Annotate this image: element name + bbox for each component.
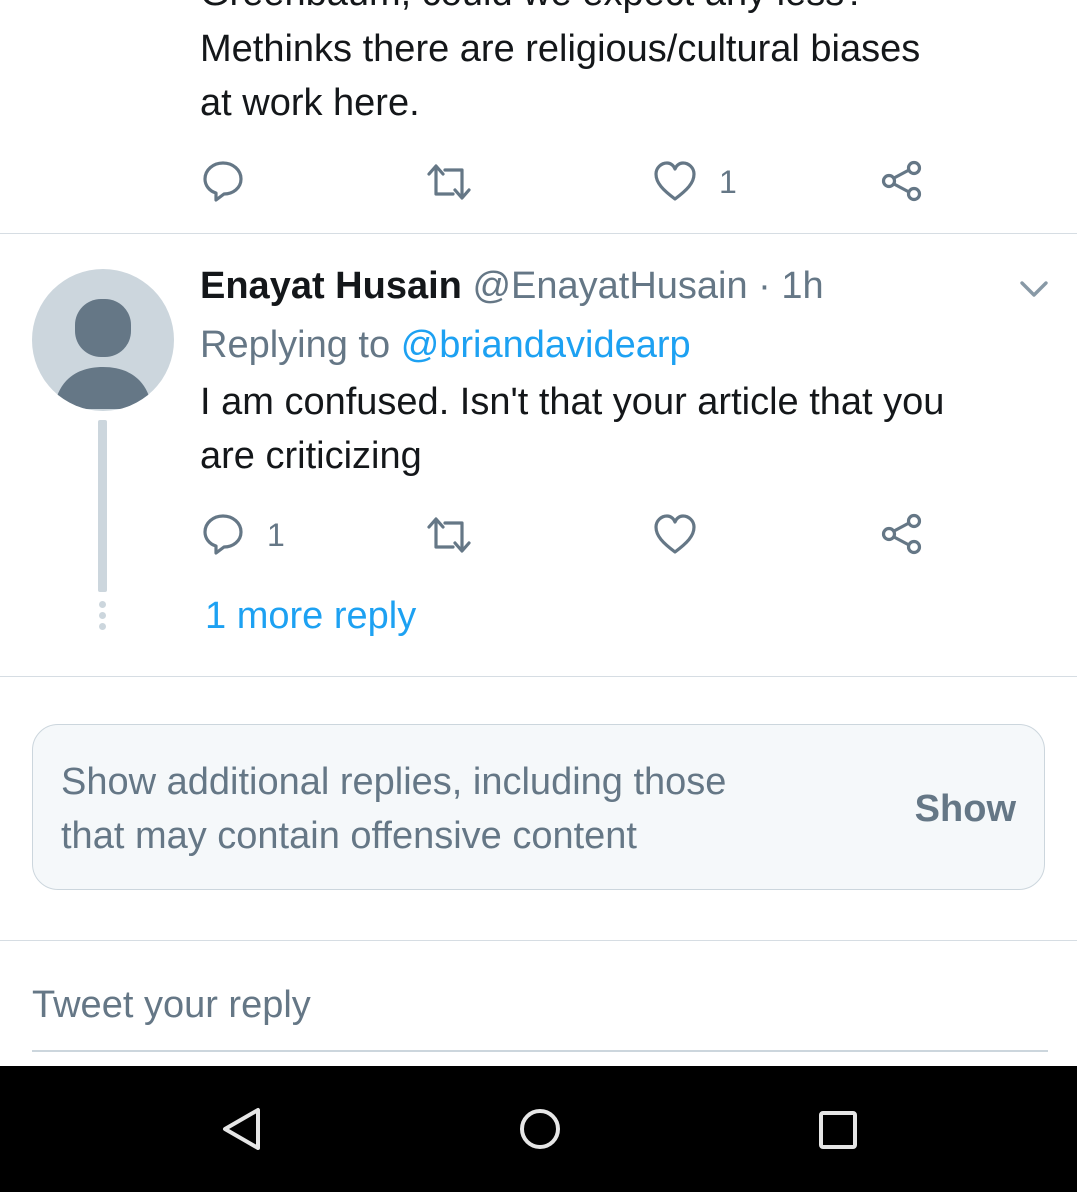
like-icon[interactable]: [653, 513, 697, 555]
avatar[interactable]: [32, 269, 174, 411]
thread-dot: [99, 601, 106, 608]
default-avatar-icon: [54, 299, 152, 409]
system-navigation-bar: [0, 1066, 1077, 1192]
share-icon[interactable]: [880, 513, 924, 555]
thread-line: [98, 420, 107, 592]
chevron-down-icon[interactable]: [1018, 278, 1050, 300]
show-additional-replies-box[interactable]: Show additional replies, including those…: [32, 724, 1045, 890]
like-icon[interactable]: [653, 160, 697, 202]
more-replies-link[interactable]: 1 more reply: [205, 589, 416, 643]
previous-tweet-partial-line: Greenbaum, could we expect any less?: [200, 0, 865, 20]
compose-divider: [0, 940, 1077, 941]
tweet-divider: [0, 233, 1077, 234]
reply-count: 1: [267, 517, 285, 553]
user-handle[interactable]: @EnayatHusain: [472, 265, 747, 307]
previous-tweet-text-line-2: at work here.: [200, 82, 420, 124]
show-button[interactable]: Show: [915, 782, 1016, 836]
replying-to-handle[interactable]: @briandavidearp: [401, 324, 691, 366]
retweet-icon[interactable]: [425, 515, 473, 555]
reply-text-line-2: are criticizing: [200, 435, 422, 477]
retweet-icon[interactable]: [425, 162, 473, 202]
compose-underline: [32, 1050, 1048, 1052]
share-icon[interactable]: [880, 160, 924, 202]
tweet-header: Enayat Husain @EnayatHusain · 1h: [200, 259, 824, 313]
tweet-reply-input[interactable]: Tweet your reply: [32, 978, 311, 1032]
replying-to-label: Replying to: [200, 324, 391, 366]
replying-to: Replying to @briandavidearp: [200, 318, 691, 372]
display-name[interactable]: Enayat Husain: [200, 265, 462, 307]
thread-dot: [99, 612, 106, 619]
back-icon[interactable]: [220, 1106, 264, 1152]
reply-icon[interactable]: [202, 160, 244, 202]
thread-dot: [99, 623, 106, 630]
show-additional-replies-text-line-1: Show additional replies, including those: [61, 761, 727, 803]
reply-icon[interactable]: [202, 513, 244, 555]
show-additional-replies-text-line-2: that may contain offensive content: [61, 815, 637, 857]
header-separator: ·: [758, 265, 771, 307]
recents-icon[interactable]: [818, 1110, 858, 1150]
section-divider: [0, 676, 1077, 677]
like-count: 1: [719, 164, 737, 200]
tweet-time: 1h: [781, 265, 824, 307]
reply-text-line-1: I am confused. Isn't that your article t…: [200, 381, 945, 423]
home-icon[interactable]: [518, 1107, 562, 1151]
previous-tweet-text-line-1: Methinks there are religious/cultural bi…: [200, 28, 921, 70]
